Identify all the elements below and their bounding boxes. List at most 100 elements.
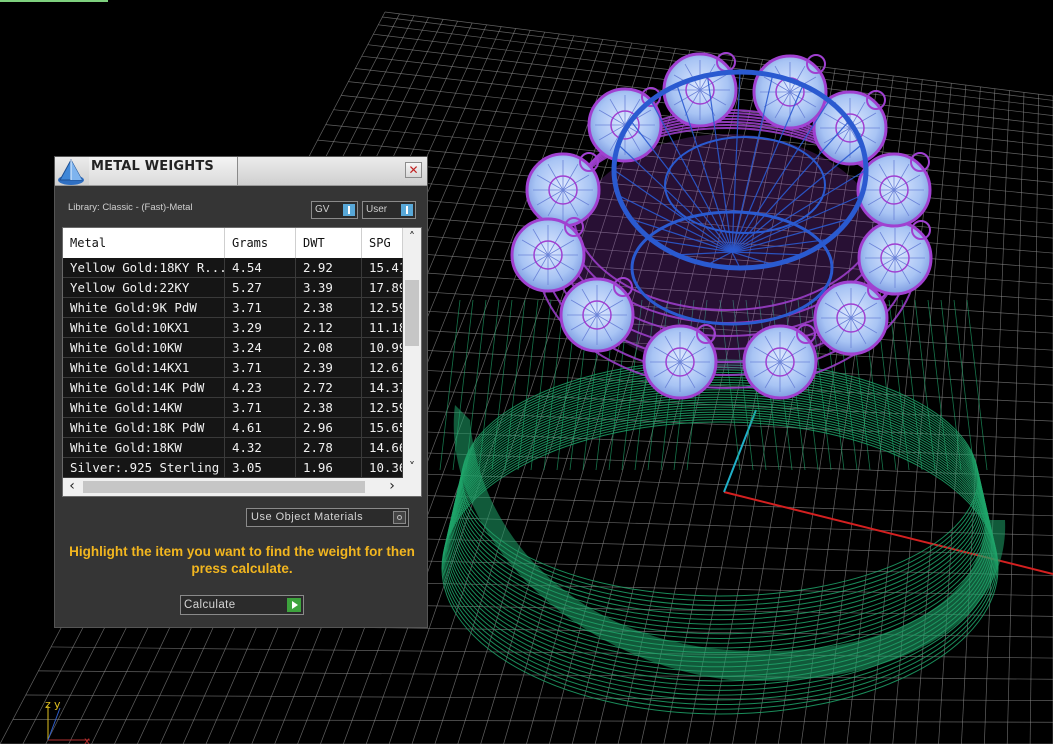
cell-spg: 11.18 xyxy=(362,318,403,337)
table-row[interactable]: White Gold:14KW 3.71 2.38 12.59 xyxy=(63,398,403,418)
cell-spg: 12.59 xyxy=(362,298,403,317)
side-stone[interactable] xyxy=(525,152,601,228)
cell-metal: White Gold:14K PdW xyxy=(63,378,225,397)
table-row[interactable]: Yellow Gold:18KY R... 4.54 2.92 15.41 xyxy=(63,258,403,278)
table-row[interactable]: White Gold:10KX1 3.29 2.12 11.18 xyxy=(63,318,403,338)
cell-metal: White Gold:10KX1 xyxy=(63,318,225,337)
horizontal-scrollbar[interactable]: ‹ › xyxy=(63,478,421,496)
horizontal-scroll-thumb[interactable] xyxy=(83,481,365,493)
band-wire xyxy=(460,361,980,602)
column-header-spg[interactable]: SPG xyxy=(362,228,403,258)
cell-grams: 3.71 xyxy=(225,398,296,417)
side-stone[interactable] xyxy=(642,324,718,400)
cell-dwt: 2.38 xyxy=(296,298,362,317)
band-wire xyxy=(452,386,988,649)
cell-metal: White Gold:14KX1 xyxy=(63,358,225,377)
cell-metal: Yellow Gold:18KY R... xyxy=(63,258,225,277)
scroll-right-icon[interactable]: › xyxy=(383,478,401,496)
axis-label-x: x xyxy=(84,736,90,744)
library-label: Library: Classic - (Fast)-Metal xyxy=(68,202,193,213)
table-row[interactable]: White Gold:18K PdW 4.61 2.96 15.65 xyxy=(63,418,403,438)
cell-grams: 5.27 xyxy=(225,278,296,297)
cell-spg: 17.89 xyxy=(362,278,403,297)
cell-metal: White Gold:9K PdW xyxy=(63,298,225,317)
metal-weights-dialog: METAL WEIGHTS ✕ Library: Classic - (Fast… xyxy=(54,156,428,628)
cell-spg: 15.41 xyxy=(362,258,403,277)
column-header-dwt[interactable]: DWT xyxy=(296,228,362,258)
table-row[interactable]: White Gold:10KW 3.24 2.08 10.99 xyxy=(63,338,403,358)
table-row[interactable]: Silver:.925 Sterling 3.05 1.96 10.36 xyxy=(63,458,403,478)
instruction-text: Highlight the item you want to find the … xyxy=(69,544,415,576)
cell-dwt: 2.39 xyxy=(296,358,362,377)
metal-table[interactable]: Metal Grams DWT SPG Yellow Gold:18KY R..… xyxy=(62,227,422,497)
vertical-scroll-thumb[interactable] xyxy=(405,280,419,346)
side-stone[interactable] xyxy=(742,324,818,400)
cell-grams: 4.61 xyxy=(225,418,296,437)
cell-dwt: 2.92 xyxy=(296,258,362,277)
axis-label-y: y xyxy=(54,698,61,711)
cell-grams: 3.71 xyxy=(225,358,296,377)
cell-grams: 3.29 xyxy=(225,318,296,337)
grid-line xyxy=(1006,92,1025,744)
close-icon: ✕ xyxy=(408,163,419,177)
cell-dwt: 2.38 xyxy=(296,398,362,417)
dialog-title: METAL WEIGHTS xyxy=(91,159,214,174)
cell-spg: 10.36 xyxy=(362,458,403,477)
dialog-titlebar[interactable]: METAL WEIGHTS ✕ xyxy=(55,157,427,186)
scroll-down-icon[interactable]: ˅ xyxy=(403,458,421,476)
side-stone[interactable] xyxy=(559,277,635,353)
table-row[interactable]: White Gold:9K PdW 3.71 2.38 12.59 xyxy=(63,298,403,318)
cell-dwt: 1.96 xyxy=(296,458,362,477)
cell-grams: 3.05 xyxy=(225,458,296,477)
use-object-materials-toggle[interactable]: Use Object Materials xyxy=(246,508,409,527)
band-surface xyxy=(453,405,1006,681)
cell-grams: 4.32 xyxy=(225,438,296,457)
axis-gizmo: z y x xyxy=(45,698,90,744)
cell-metal: White Gold:10KW xyxy=(63,338,225,357)
cell-spg: 14.66 xyxy=(362,438,403,457)
cell-grams: 3.24 xyxy=(225,338,296,357)
table-row[interactable]: White Gold:14K PdW 4.23 2.72 14.37 xyxy=(63,378,403,398)
use-object-materials-label: Use Object Materials xyxy=(251,511,364,523)
table-row[interactable]: White Gold:18KW 4.32 2.78 14.66 xyxy=(63,438,403,458)
gv-toggle[interactable]: GV xyxy=(311,201,358,219)
column-header-metal[interactable]: Metal xyxy=(63,228,225,258)
close-button[interactable]: ✕ xyxy=(405,162,422,178)
cell-dwt: 2.08 xyxy=(296,338,362,357)
vertical-scrollbar[interactable]: ˄ ˅ xyxy=(403,228,421,480)
scroll-up-icon[interactable]: ˄ xyxy=(403,228,421,246)
grid-line xyxy=(1029,94,1039,744)
active-view-indicator xyxy=(0,0,108,2)
user-toggle[interactable]: User xyxy=(362,201,416,219)
cell-spg: 12.61 xyxy=(362,358,403,377)
cell-metal: White Gold:14KW xyxy=(63,398,225,417)
cell-spg: 15.65 xyxy=(362,418,403,437)
band-wire xyxy=(451,389,989,654)
band-wire xyxy=(451,391,989,658)
gv-toggle-label: GV xyxy=(315,204,330,215)
band-wire xyxy=(455,376,985,630)
play-icon xyxy=(287,598,301,612)
side-stone[interactable] xyxy=(510,217,586,293)
user-toggle-label: User xyxy=(366,204,388,215)
scroll-left-icon[interactable]: ‹ xyxy=(63,478,81,496)
cell-spg: 14.37 xyxy=(362,378,403,397)
grid-line xyxy=(25,694,1053,701)
table-body: Yellow Gold:18KY R... 4.54 2.92 15.41 Yellow… xyxy=(63,258,403,478)
grid-line xyxy=(983,90,1010,744)
cell-metal: Silver:.925 Sterling xyxy=(63,458,225,477)
toggle-indicator-icon xyxy=(343,204,355,216)
table-row[interactable]: Yellow Gold:22KY 5.27 3.39 17.89 xyxy=(63,278,403,298)
side-stone[interactable] xyxy=(813,280,889,356)
side-stone[interactable] xyxy=(856,152,932,228)
side-stone[interactable] xyxy=(662,52,738,128)
cell-metal: White Gold:18K PdW xyxy=(63,418,225,437)
halo-setting[interactable] xyxy=(510,52,933,400)
table-row[interactable]: White Gold:14KX1 3.71 2.39 12.61 xyxy=(63,358,403,378)
table-header: Metal Grams DWT SPG xyxy=(63,228,403,258)
cell-grams: 3.71 xyxy=(225,298,296,317)
cell-spg: 10.99 xyxy=(362,338,403,357)
calculate-button[interactable]: Calculate xyxy=(180,595,304,615)
side-stone[interactable] xyxy=(857,220,933,296)
column-header-grams[interactable]: Grams xyxy=(225,228,296,258)
